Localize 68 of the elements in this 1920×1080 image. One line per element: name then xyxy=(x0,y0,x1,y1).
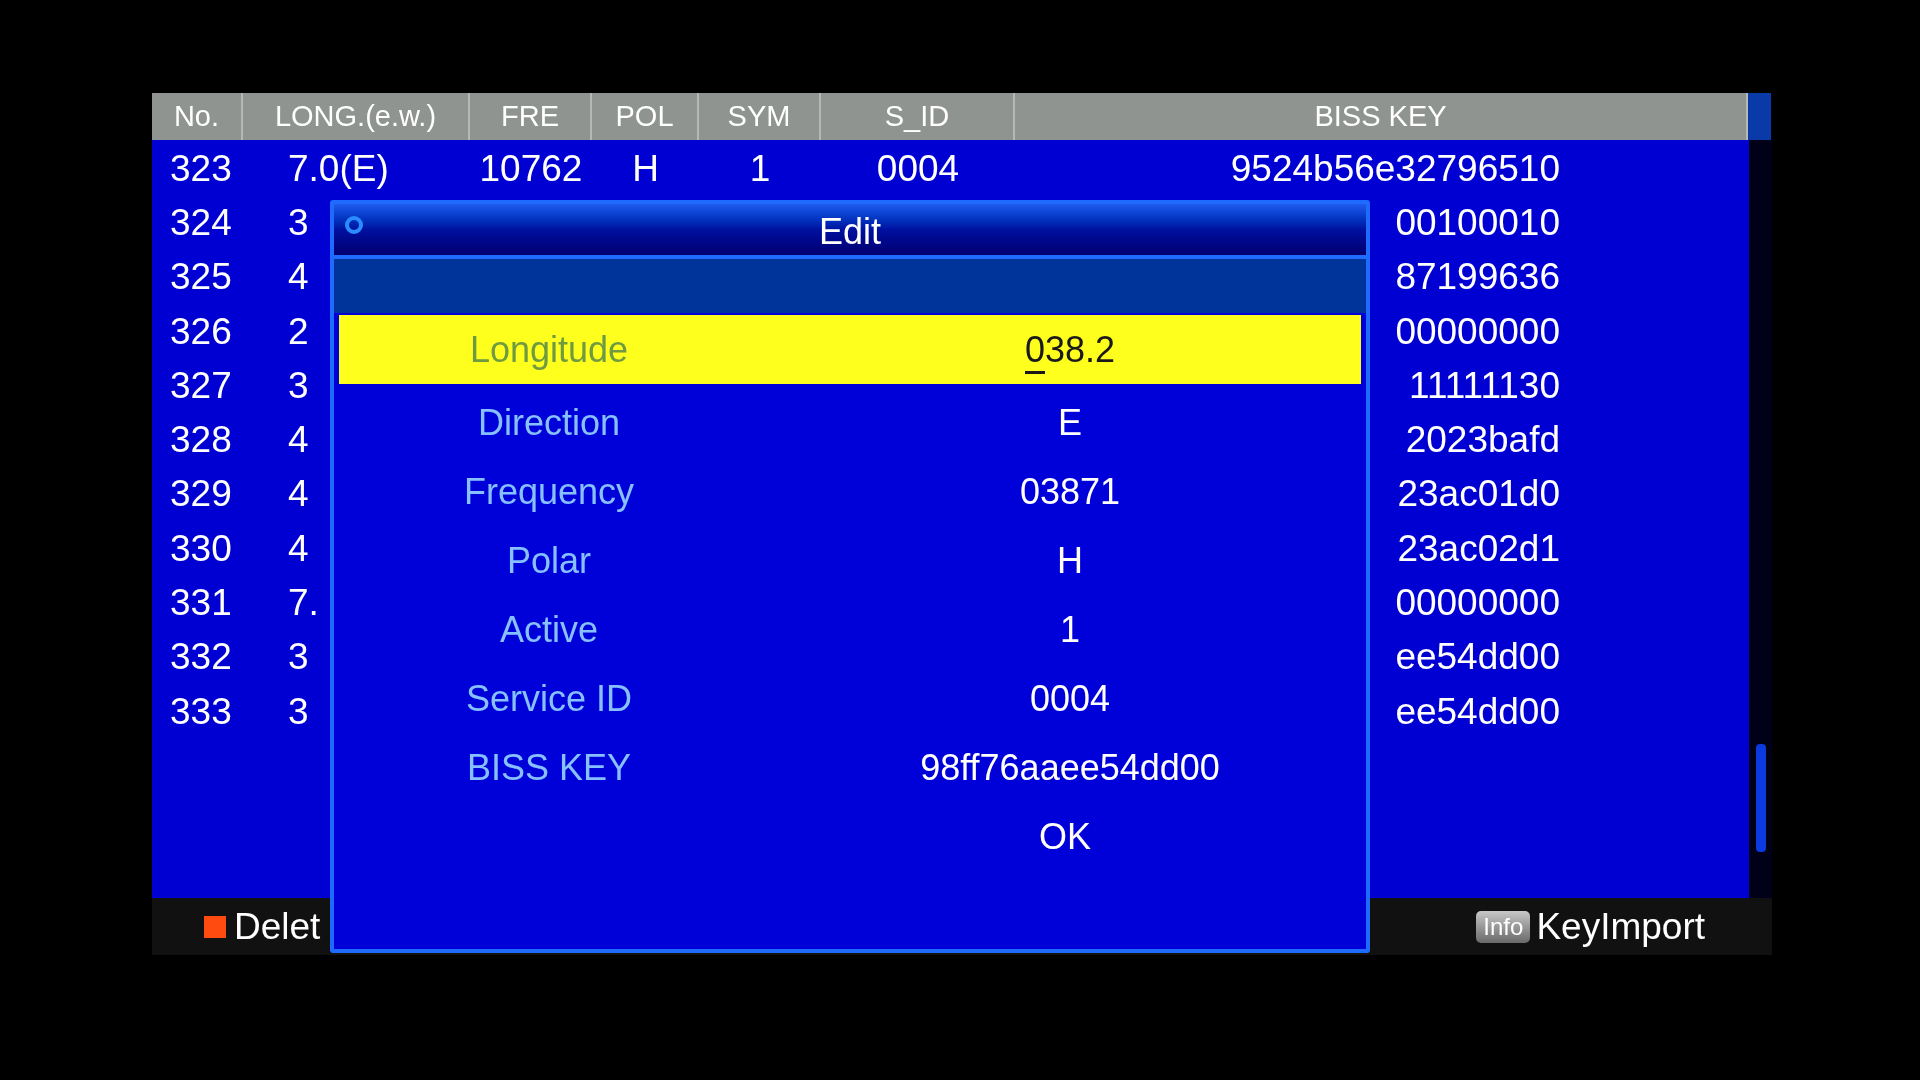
table-cell: 1 xyxy=(749,147,771,189)
table-cell: 00000000 xyxy=(1395,310,1560,352)
hint-label: KeyImport xyxy=(1536,908,1705,945)
field-label: Service ID xyxy=(465,680,632,717)
table-cell: 2 xyxy=(288,310,309,352)
field-label: Frequency xyxy=(463,473,635,510)
table-cell: 3 xyxy=(288,690,309,732)
field-row[interactable]: Polar H xyxy=(339,526,1361,595)
scrollbar-top xyxy=(1748,93,1771,140)
table-cell: 00100010 xyxy=(1395,201,1560,243)
table-cell: 23ac01d0 xyxy=(1397,473,1560,515)
field-row[interactable]: Active 1 xyxy=(339,595,1361,664)
field-value[interactable]: H xyxy=(1057,542,1083,579)
field-row[interactable]: Service ID 0004 xyxy=(339,664,1361,733)
table-cell: 11111130 xyxy=(1409,364,1560,406)
scrollbar-thumb[interactable] xyxy=(1755,744,1766,852)
table-cell: 3 xyxy=(288,201,309,243)
table-cell: H xyxy=(632,147,659,189)
table-cell: 333 xyxy=(170,690,232,732)
field-label: Polar xyxy=(506,542,591,579)
info-key-badge: Info xyxy=(1476,910,1531,943)
ring-icon xyxy=(345,216,363,234)
table-cell: 3 xyxy=(288,636,309,678)
table-cell: 4 xyxy=(288,419,309,461)
table-cell: 326 xyxy=(170,310,232,352)
table-cell: 3 xyxy=(288,364,309,406)
ok-button[interactable]: OK xyxy=(1039,818,1091,855)
table-cell: 10762 xyxy=(479,147,583,189)
field-value[interactable]: 98ff76aaee54dd00 xyxy=(920,749,1220,786)
delete-key-icon xyxy=(204,915,226,938)
table-cell: 4 xyxy=(288,473,309,515)
table-cell: 325 xyxy=(170,256,232,298)
field-value[interactable]: 03871 xyxy=(1019,473,1121,510)
table-cell: 23ac02d1 xyxy=(1397,527,1560,569)
table-cell: 7. xyxy=(288,582,319,623)
table-cell: 327 xyxy=(170,364,232,406)
dialog-title: Edit xyxy=(818,213,881,250)
field-label: Direction xyxy=(477,404,621,441)
table-cell: 329 xyxy=(170,473,232,515)
field-row[interactable]: BISS KEY 98ff76aaee54dd00 xyxy=(339,733,1361,802)
table-cell: 331 xyxy=(170,582,232,623)
field-label: BISS KEY xyxy=(466,749,632,786)
table-cell: 0004 xyxy=(876,147,960,189)
table-cell: 4 xyxy=(288,527,309,569)
table-cell: 2023bafd xyxy=(1405,419,1560,461)
field-label: Longitude xyxy=(469,331,629,368)
table-cell: ee54dd00 xyxy=(1395,636,1560,678)
field-value[interactable]: 038.2 xyxy=(1024,331,1116,368)
field-row[interactable]: Longitude 038.2 xyxy=(339,315,1361,384)
table-cell: ee54dd00 xyxy=(1395,690,1560,732)
field-value[interactable]: 0004 xyxy=(1029,680,1111,717)
table-cell: 4 xyxy=(288,256,309,298)
field-row[interactable]: Direction E xyxy=(339,388,1361,457)
field-row[interactable]: Frequency 03871 xyxy=(339,457,1361,526)
hint-label: Delet xyxy=(234,908,321,945)
table-cell: 87199636 xyxy=(1395,256,1560,298)
field-value[interactable]: E xyxy=(1058,404,1082,441)
table-cell: 332 xyxy=(170,636,232,678)
table-cell: 9524b56e32796510 xyxy=(1230,147,1560,189)
field-label: Active xyxy=(499,611,598,648)
table-cell: 324 xyxy=(170,201,232,243)
table-cell: 328 xyxy=(170,419,232,461)
field-value[interactable]: 1 xyxy=(1060,611,1080,648)
table-cell: 00000000 xyxy=(1395,582,1560,623)
table-cell: 330 xyxy=(170,527,232,569)
table-cell: 323 xyxy=(170,147,232,189)
text-cursor xyxy=(1024,370,1045,374)
table-cell: 7.0(E) xyxy=(288,147,389,189)
